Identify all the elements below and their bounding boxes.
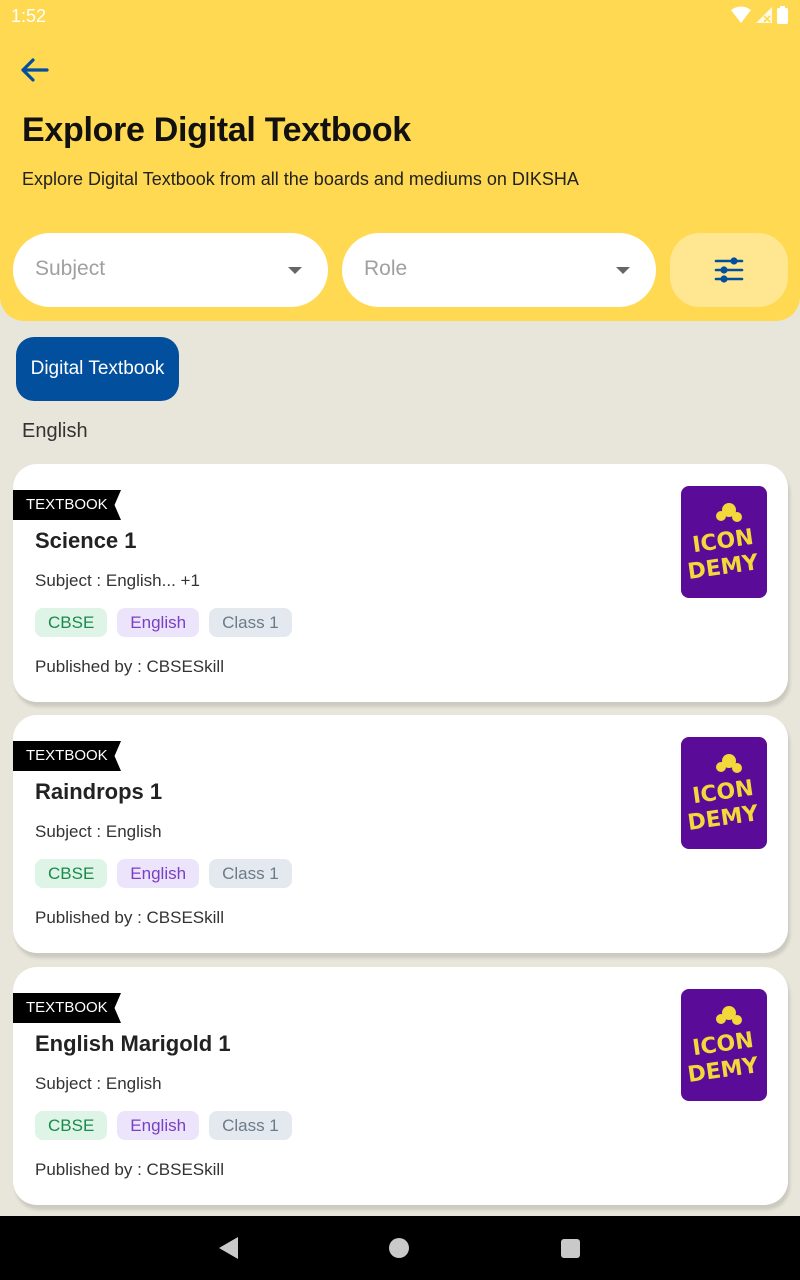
status-bar: 1:52 [0,0,800,32]
card-title: Science 1 [35,528,137,553]
grade-tag: Class 1 [209,608,292,637]
grade-tag: Class 1 [209,1111,292,1140]
board-tag: CBSE [35,1111,108,1140]
back-button[interactable] [14,50,54,90]
icondemy-logo: ICON DEMY [686,754,761,836]
card-tags: CBSE English Class 1 [35,1111,292,1140]
medium-tag: English [117,859,200,888]
digital-textbook-chip[interactable]: Digital Textbook [16,337,179,401]
sliders-icon [714,257,744,283]
subject-dropdown-placeholder: Subject [35,257,106,280]
textbook-thumbnail: ICON DEMY [681,486,767,598]
nav-recents-icon[interactable] [561,1239,580,1258]
nav-home-icon[interactable] [389,1238,409,1258]
medium-tag: English [117,608,200,637]
icondemy-logo: ICON DEMY [686,1006,761,1088]
grade-tag: Class 1 [209,859,292,888]
card-subject: Subject : English... +1 [35,571,200,590]
icondemy-logo: ICON DEMY [686,503,761,585]
status-time: 1:52 [11,6,47,26]
board-tag: CBSE [35,859,108,888]
section-heading: English [22,420,88,442]
battery-icon [777,6,788,24]
card-publisher: Published by : CBSESkill [35,657,224,676]
page-title: Explore Digital Textbook [22,111,411,149]
signal-icon [756,7,772,23]
status-icons [731,6,788,24]
arrow-left-icon [21,58,49,82]
content-type-badge: TEXTBOOK [13,741,121,771]
card-title: Raindrops 1 [35,779,163,804]
chevron-down-icon [288,267,302,274]
filter-button[interactable] [670,233,788,307]
textbook-card[interactable]: TEXTBOOK Raindrops 1 Subject : English C… [13,715,788,953]
card-publisher: Published by : CBSESkill [35,908,224,927]
card-tags: CBSE English Class 1 [35,608,292,637]
content-type-badge: TEXTBOOK [13,490,121,520]
card-tags: CBSE English Class 1 [35,859,292,888]
textbook-thumbnail: ICON DEMY [681,737,767,849]
card-subject: Subject : English [35,822,162,841]
wifi-icon [731,6,751,23]
subject-dropdown[interactable]: Subject [13,233,328,307]
board-tag: CBSE [35,608,108,637]
role-dropdown[interactable]: Role [342,233,656,307]
card-subject: Subject : English [35,1074,162,1093]
textbook-card[interactable]: TEXTBOOK Science 1 Subject : English... … [13,464,788,702]
card-publisher: Published by : CBSESkill [35,1160,224,1179]
nav-back-icon[interactable] [219,1237,238,1259]
textbook-card[interactable]: TEXTBOOK English Marigold 1 Subject : En… [13,967,788,1205]
chevron-down-icon [616,267,630,274]
medium-tag: English [117,1111,200,1140]
role-dropdown-placeholder: Role [364,257,408,280]
page-subtitle: Explore Digital Textbook from all the bo… [22,169,579,189]
textbook-thumbnail: ICON DEMY [681,989,767,1101]
content-type-badge: TEXTBOOK [13,993,121,1023]
card-title: English Marigold 1 [35,1031,231,1056]
